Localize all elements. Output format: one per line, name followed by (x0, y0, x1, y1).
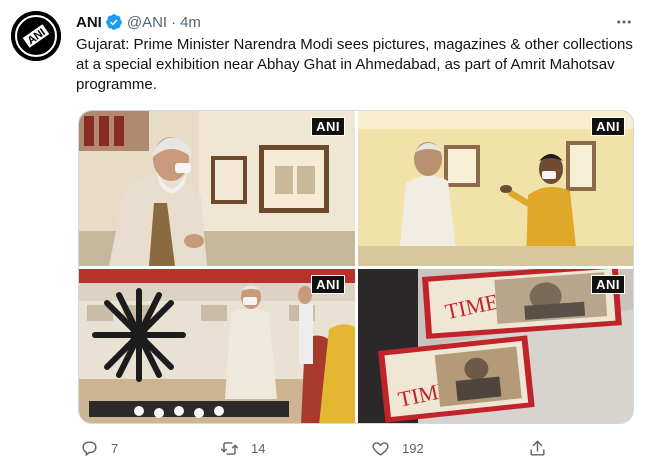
verified-badge-icon (105, 13, 123, 31)
photo-time-magazines[interactable]: TIME TIME ANI (358, 269, 633, 423)
tweet-header: ANI @ANI · 4m (76, 11, 201, 33)
like-count: 192 (402, 440, 424, 456)
ani-watermark: ANI (311, 275, 345, 294)
reply-button[interactable]: 7 (80, 436, 118, 460)
tweet: ANI ANI @ANI · 4m Gujarat: Prime Ministe… (0, 0, 653, 466)
media-grid: ANI ANI ANI TIME TIME ANI (78, 110, 634, 424)
ani-logo-icon: ANI (11, 11, 61, 61)
avatar[interactable]: ANI (11, 11, 61, 61)
tweet-text: Gujarat: Prime Minister Narendra Modi se… (76, 36, 633, 93)
like-icon (371, 439, 390, 458)
share-icon (528, 439, 547, 458)
share-button[interactable] (528, 436, 547, 460)
retweet-count: 14 (251, 440, 266, 456)
photo-modi-exhibition-hall[interactable]: ANI (79, 111, 355, 266)
reply-count: 7 (111, 440, 119, 456)
photo-charkha-display[interactable]: ANI (79, 269, 355, 423)
retweet-icon (220, 439, 239, 458)
reply-icon (80, 439, 99, 458)
ani-watermark: ANI (591, 117, 625, 136)
ani-watermark: ANI (591, 275, 625, 294)
separator-dot: · (171, 13, 177, 31)
author-name[interactable]: ANI (76, 14, 102, 31)
retweet-button[interactable]: 14 (220, 436, 265, 460)
author-handle[interactable]: @ANI (127, 14, 167, 31)
like-button[interactable]: 192 (371, 436, 424, 460)
more-icon[interactable] (612, 12, 636, 32)
photo-modi-guide-explaining[interactable]: ANI (358, 111, 633, 266)
tweet-actions: 7 14 192 (76, 436, 546, 460)
ani-watermark: ANI (311, 117, 345, 136)
tweet-timestamp[interactable]: 4m (180, 14, 201, 31)
